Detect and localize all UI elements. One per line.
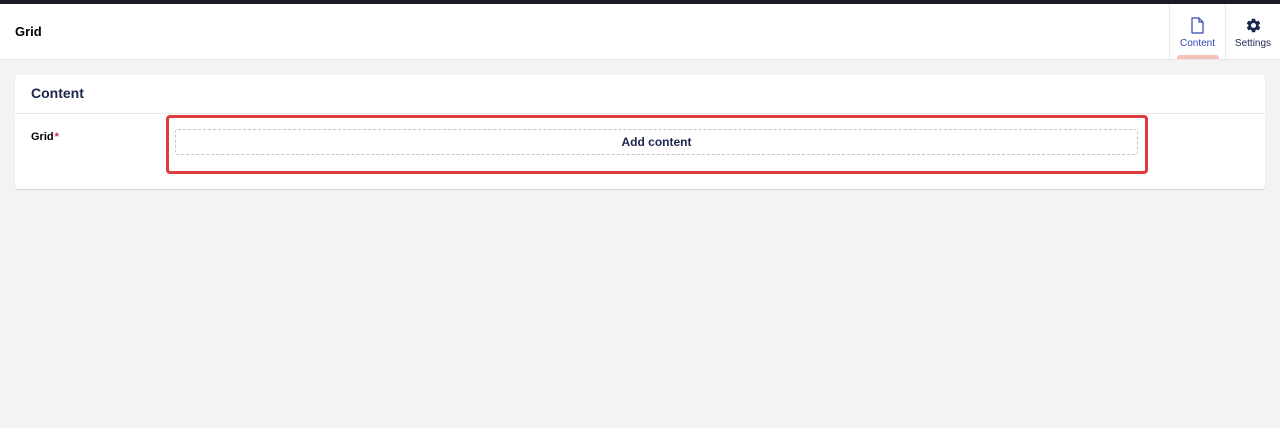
tab-content-label: Content: [1179, 38, 1216, 49]
panel-title: Content: [15, 75, 1265, 114]
content-panel: Content Grid* Add content: [15, 75, 1265, 189]
property-label-grid: Grid*: [31, 131, 59, 143]
gear-icon: [1245, 16, 1262, 34]
required-marker: *: [54, 131, 59, 143]
tab-settings-label: Settings: [1234, 38, 1272, 49]
page-title: Grid: [15, 24, 42, 39]
editor-header: Grid Content Settings: [0, 4, 1280, 60]
property-label-text: Grid: [31, 131, 54, 143]
document-icon: [1191, 16, 1204, 34]
tab-settings[interactable]: Settings: [1225, 4, 1280, 59]
add-content-button[interactable]: Add content: [175, 129, 1138, 155]
active-tab-indicator: [1177, 55, 1219, 59]
tab-content[interactable]: Content: [1169, 4, 1225, 59]
